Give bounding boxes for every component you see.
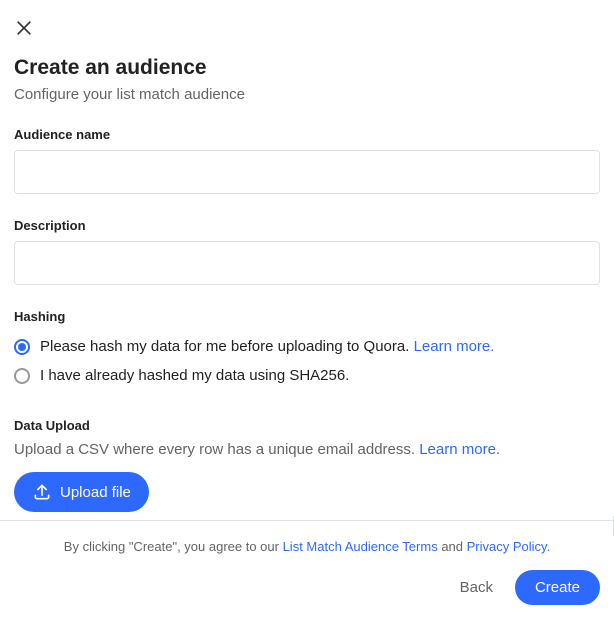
footer-buttons: Back Create: [14, 570, 600, 605]
privacy-link[interactable]: Privacy Policy: [467, 539, 547, 554]
radio-label: I have already hashed my data using SHA2…: [40, 367, 349, 384]
data-upload-label: Data Upload: [14, 418, 600, 433]
hashing-option-hash-for-me[interactable]: Please hash my data for me before upload…: [14, 332, 600, 361]
create-button[interactable]: Create: [515, 570, 600, 605]
audience-name-field-group: Audience name: [14, 127, 600, 194]
upload-helper-text: Upload a CSV where every row has a uniqu…: [14, 441, 600, 458]
description-label: Description: [14, 218, 600, 233]
upload-file-button[interactable]: Upload file: [14, 472, 149, 512]
create-audience-modal: Create an audience Configure your list m…: [0, 0, 614, 512]
close-icon[interactable]: [14, 18, 34, 38]
page-title: Create an audience: [14, 56, 600, 80]
hashing-label: Hashing: [14, 309, 600, 324]
upload-icon: [32, 482, 52, 502]
description-field-group: Description: [14, 218, 600, 285]
audience-name-label: Audience name: [14, 127, 600, 142]
terms-link[interactable]: List Match Audience Terms: [283, 539, 438, 554]
audience-name-input[interactable]: [14, 150, 600, 194]
page-subtitle: Configure your list match audience: [14, 86, 600, 103]
back-button[interactable]: Back: [452, 571, 501, 604]
upload-button-label: Upload file: [60, 484, 131, 501]
radio-icon: [14, 339, 30, 355]
learn-more-link[interactable]: Learn more.: [419, 441, 500, 458]
hashing-option-already-hashed[interactable]: I have already hashed my data using SHA2…: [14, 361, 600, 390]
modal-footer: By clicking "Create", you agree to our L…: [0, 520, 614, 621]
description-input[interactable]: [14, 241, 600, 285]
data-upload-section: Data Upload Upload a CSV where every row…: [14, 418, 600, 512]
learn-more-link[interactable]: Learn more.: [414, 338, 495, 355]
radio-icon: [14, 368, 30, 384]
modal-content: Create an audience Configure your list m…: [14, 18, 600, 512]
radio-label: Please hash my data for me before upload…: [40, 338, 494, 355]
hashing-section: Hashing Please hash my data for me befor…: [14, 309, 600, 390]
terms-text: By clicking "Create", you agree to our L…: [14, 539, 600, 554]
